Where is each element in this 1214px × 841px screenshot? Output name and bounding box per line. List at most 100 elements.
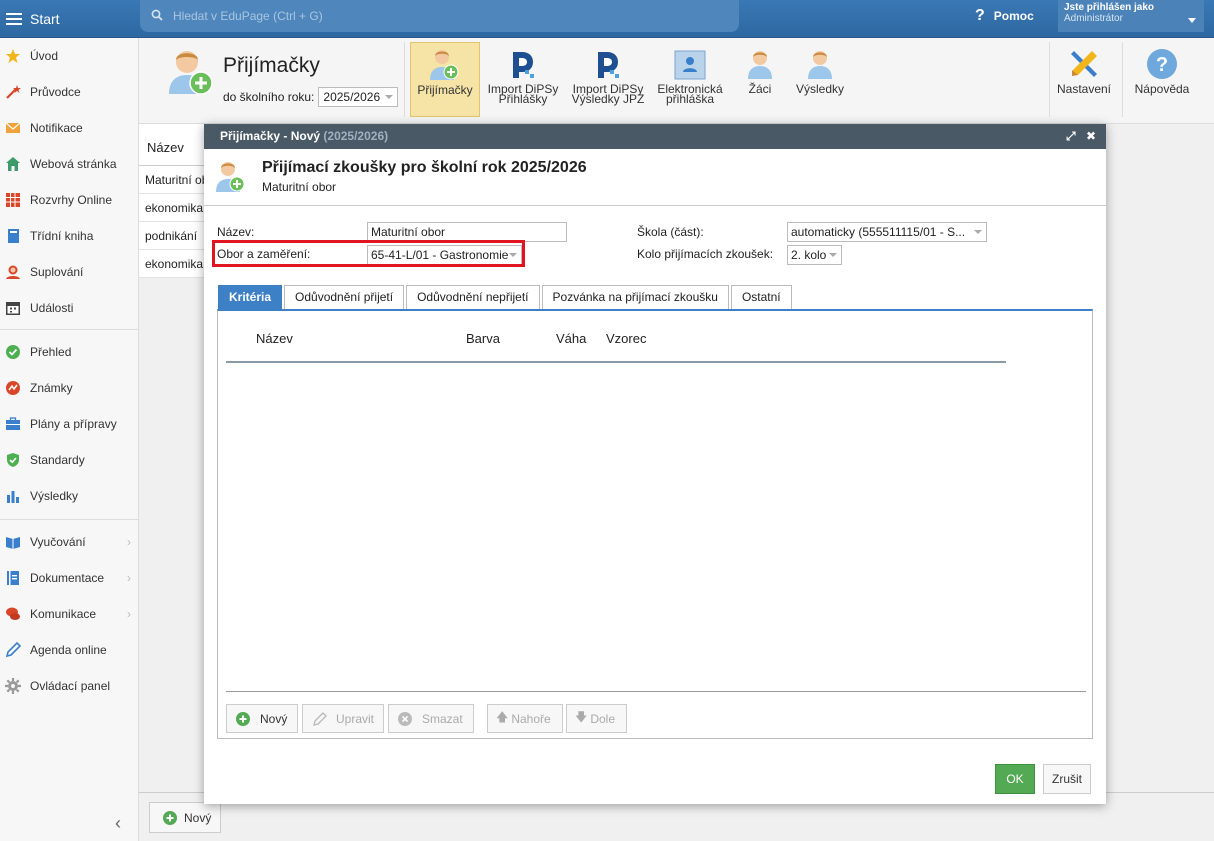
column-header-vaha[interactable]: Váha xyxy=(556,331,586,346)
arrow-up-icon: 🡅 xyxy=(496,710,509,724)
toolbar-label: přihláška xyxy=(665,92,715,106)
sidebar-item-label: Známky xyxy=(30,381,73,395)
sidebar-item-udalosti[interactable]: Události xyxy=(0,290,139,326)
user-menu[interactable]: Jste přihlášen jako Administrátor xyxy=(1058,0,1204,32)
maximize-icon[interactable]: ⤢ xyxy=(1066,129,1076,144)
sidebar-item-uvod[interactable]: Úvod xyxy=(0,38,139,74)
sidebar-item-tridni-kniha[interactable]: Třídní kniha xyxy=(0,218,139,254)
toolbar-napoveda-button[interactable]: ? Nápověda xyxy=(1132,42,1192,117)
question-icon: ? xyxy=(975,7,985,24)
sidebar-item-vysledky[interactable]: Výsledky xyxy=(0,478,139,514)
top-bar: Start Hledat v EduPage (Ctrl + G) ? Pomo… xyxy=(0,0,1214,38)
dialog-subheading: Maturitní obor xyxy=(262,180,337,194)
admissions-icon xyxy=(169,48,215,99)
criteria-edit-button[interactable]: Upravit xyxy=(302,704,384,733)
help-label: Pomoc xyxy=(993,9,1034,23)
sidebar-item-webova-stranka[interactable]: Webová stránka xyxy=(0,146,139,182)
tab-oduvodneni-neprijeti[interactable]: Odůvodnění nepřijetí xyxy=(406,285,540,309)
nazev-input[interactable]: Maturitní obor xyxy=(367,222,567,242)
sidebar-divider xyxy=(0,329,139,330)
sidebar-item-komunikace[interactable]: Komunikace › xyxy=(0,596,139,632)
module-header: Přijímačky do školního roku: 2025/2026 P… xyxy=(139,38,1214,124)
ok-button[interactable]: OK xyxy=(995,764,1035,794)
gear-icon xyxy=(5,678,21,694)
sidebar-item-label: Výsledky xyxy=(30,489,79,503)
sidebar-item-znamky[interactable]: Známky xyxy=(0,370,139,406)
school-year-select[interactable]: 2025/2026 xyxy=(318,87,399,107)
delete-icon xyxy=(398,711,412,726)
skola-value: automaticky (555511115/01 - S... xyxy=(791,225,966,239)
tab-oduvodneni-prijeti[interactable]: Odůvodnění přijetí xyxy=(284,285,405,309)
school-year-label: do školního roku: xyxy=(223,90,315,104)
toolbar-vysledky-button[interactable]: Výsledky xyxy=(793,42,847,117)
cancel-button[interactable]: Zrušit xyxy=(1043,764,1091,794)
new-button[interactable]: Nový xyxy=(149,802,221,833)
sidebar-item-vyucovani[interactable]: Vyučování › xyxy=(0,524,139,560)
pencil-icon xyxy=(312,711,328,727)
user-line1: Jste přihlášen jako xyxy=(1064,2,1155,13)
close-icon[interactable]: ✖ xyxy=(1086,129,1096,143)
sidebar-item-label: Agenda online xyxy=(30,643,107,657)
criteria-new-button[interactable]: Nový xyxy=(226,704,298,733)
toolbar-elektronicka-prihlaska-button[interactable]: Elektronická přihláška xyxy=(654,42,726,117)
admissions-list: Název Maturitní obor ekonomika podnikání… xyxy=(139,124,209,278)
sidebar-item-label: Přehled xyxy=(30,345,72,359)
sidebar-item-prehled[interactable]: Přehled xyxy=(0,334,139,370)
toolbar-label: Výsledky JPZ xyxy=(571,92,645,106)
list-item[interactable]: ekonomika xyxy=(139,250,209,278)
column-header-barva[interactable]: Barva xyxy=(466,331,500,346)
new-button-label: Nový xyxy=(184,810,212,825)
list-item[interactable]: ekonomika xyxy=(139,194,209,222)
sidebar-item-agenda[interactable]: Agenda online xyxy=(0,632,139,668)
list-item[interactable]: Maturitní obor xyxy=(139,166,209,194)
move-down-button[interactable]: 🡇 Dole xyxy=(566,704,627,733)
help-button[interactable]: ? Pomoc xyxy=(975,7,1034,25)
toolbar-nastaveni-button[interactable]: Nastavení xyxy=(1055,42,1113,117)
search-input[interactable]: Hledat v EduPage (Ctrl + G) xyxy=(140,0,739,32)
divider xyxy=(226,691,1086,692)
sidebar-item-label: Dokumentace xyxy=(30,571,105,585)
admissions-icon xyxy=(430,43,460,81)
tab-pozvanka[interactable]: Pozvánka na přijímací zkoušku xyxy=(541,285,729,309)
sidebar-item-notifikace[interactable]: Notifikace xyxy=(0,110,139,146)
collapse-sidebar-icon[interactable]: ‹ xyxy=(115,813,121,834)
student-icon xyxy=(807,42,833,80)
sidebar-item-standardy[interactable]: Standardy xyxy=(0,442,139,478)
skola-select[interactable]: automaticky (555511115/01 - S... xyxy=(787,222,987,242)
list-item[interactable]: podnikání xyxy=(139,222,209,250)
sidebar-item-suplovani[interactable]: Suplování xyxy=(0,254,139,290)
chevron-right-icon: › xyxy=(127,607,131,621)
column-header-nazev[interactable]: Název xyxy=(256,331,293,346)
kolo-select[interactable]: 2. kolo xyxy=(787,245,842,265)
star-icon xyxy=(5,48,21,64)
timetable-icon xyxy=(5,192,21,208)
start-menu-button[interactable]: Start xyxy=(0,0,139,38)
toolbar-prijimacky-button[interactable]: Přijímačky xyxy=(410,42,480,117)
move-up-button[interactable]: 🡅 Nahoře xyxy=(487,704,563,733)
new-admission-dialog: Přijímačky - Nový (2025/2026) ⤢ ✖ Přijím… xyxy=(204,124,1106,804)
book-icon xyxy=(5,228,21,244)
tab-ostatni[interactable]: Ostatní xyxy=(730,285,792,309)
search-icon xyxy=(151,9,163,24)
nazev-label: Název: xyxy=(217,225,255,239)
column-header-vzorec[interactable]: Vzorec xyxy=(606,331,646,346)
criteria-panel: Název Barva Váha Vzorec Nový Upravit Sma… xyxy=(217,309,1093,739)
sidebar-item-ovladaci-panel[interactable]: Ovládací panel xyxy=(0,668,139,704)
dialog-tabs: Kritéria Odůvodnění přijetí Odůvodnění n… xyxy=(218,285,794,309)
toolbar-zaci-button[interactable]: Žáci xyxy=(739,42,781,117)
dipsy-icon xyxy=(510,42,536,80)
toolbar-import-dipsy-prihlasky-button[interactable]: Import DiPSy Přihlášky xyxy=(485,42,561,117)
sidebar-item-dokumentace[interactable]: Dokumentace › xyxy=(0,560,139,596)
sidebar-item-pruvodce[interactable]: Průvodce xyxy=(0,74,139,110)
sidebar-item-label: Průvodce xyxy=(30,85,81,99)
sidebar-item-rozvrhy[interactable]: Rozvrhy Online xyxy=(0,182,139,218)
toolbar-import-dipsy-vysledky-button[interactable]: Import DiPSy Výsledky JPZ xyxy=(570,42,646,117)
plus-circle-icon xyxy=(236,711,250,726)
move-down-label: Dole xyxy=(590,711,616,726)
sidebar-item-plany[interactable]: Plány a přípravy xyxy=(0,406,139,442)
wand-icon xyxy=(5,84,21,100)
tab-kriteria[interactable]: Kritéria xyxy=(218,285,283,309)
shield-icon xyxy=(5,452,21,468)
criteria-delete-button[interactable]: Smazat xyxy=(388,704,474,733)
calendar-icon xyxy=(5,300,21,316)
